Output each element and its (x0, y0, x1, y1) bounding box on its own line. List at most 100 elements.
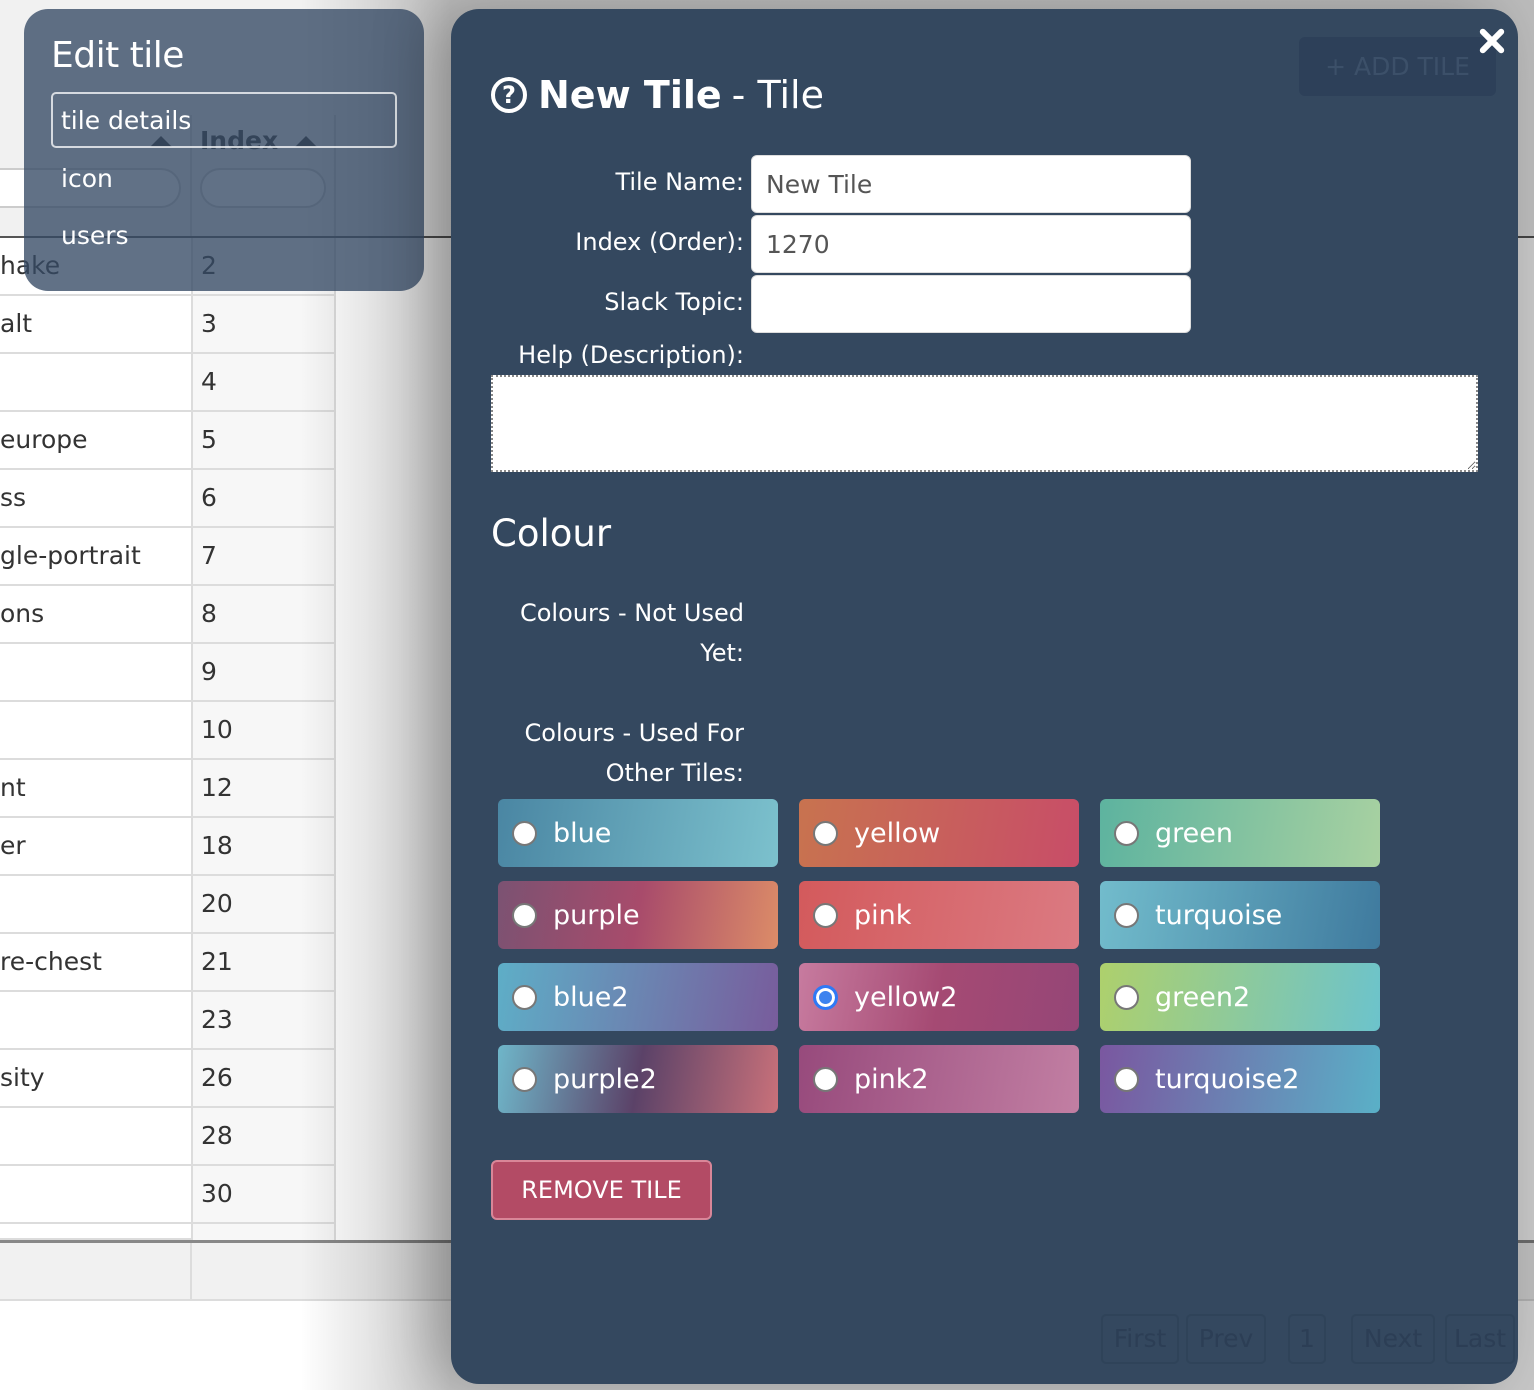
row-index-cell: 9 (191, 644, 336, 700)
colours-used-label-line2: Other Tiles: (605, 759, 744, 787)
radio-button[interactable] (512, 984, 537, 1010)
index-input[interactable] (751, 215, 1191, 273)
colour-option-green2[interactable]: green2 (1100, 963, 1380, 1031)
colour-option-green[interactable]: green (1100, 799, 1380, 867)
row-name-cell (0, 644, 191, 700)
radio-button[interactable] (813, 902, 838, 928)
menu-item-icon[interactable]: icon (51, 150, 397, 206)
tile-name-input[interactable] (751, 155, 1191, 213)
row-name-cell: europe (0, 412, 191, 468)
row-name-cell: ss (0, 470, 191, 526)
colour-option-blue[interactable]: blue (498, 799, 778, 867)
radio-button[interactable] (1114, 820, 1139, 846)
pager-page: 1 (1288, 1314, 1326, 1364)
colour-option-turquoise[interactable]: turquoise (1100, 881, 1380, 949)
colours-not-used-label-line1: Colours - Not Used (519, 599, 744, 627)
table-row[interactable]: re-chest 21 (0, 934, 336, 992)
row-name-text: nt (0, 773, 26, 802)
colour-option-yellow2[interactable]: yellow2 (799, 963, 1079, 1031)
colour-option-label: yellow (854, 817, 941, 849)
slack-topic-input[interactable] (751, 275, 1191, 333)
table-row[interactable]: 9 (0, 644, 336, 702)
colour-option-label: green2 (1155, 981, 1251, 1013)
colour-option-purple2[interactable]: purple2 (498, 1045, 778, 1113)
table-row[interactable]: 10 (0, 702, 336, 760)
row-index-cell: 7 (191, 528, 336, 584)
help-description-textarea[interactable] (491, 375, 1478, 472)
table-row[interactable]: 4 (0, 354, 336, 412)
colour-option-pink2[interactable]: pink2 (799, 1045, 1079, 1113)
row-name-cell: re-chest (0, 934, 191, 990)
close-icon[interactable] (1475, 25, 1509, 59)
row-index-cell: 21 (191, 934, 336, 990)
table-row[interactable]: alt 3 (0, 296, 336, 354)
row-name-text: ss (0, 483, 27, 512)
tile-name-label: Tile Name: (615, 168, 744, 196)
remove-tile-button[interactable]: REMOVE TILE (491, 1160, 712, 1220)
table-row[interactable]: 20 (0, 876, 336, 934)
radio-button[interactable] (1114, 902, 1139, 928)
row-index-cell: 5 (191, 412, 336, 468)
colour-option-label: pink2 (854, 1063, 929, 1095)
table-row[interactable]: sity 26 (0, 1050, 336, 1108)
radio-button[interactable] (1114, 1066, 1139, 1092)
edit-tile-menu: Edit tile tile details icon users (24, 9, 424, 291)
pager-next: Next (1351, 1314, 1435, 1364)
pager-last: Last (1445, 1314, 1515, 1364)
colours-used-label: Colours - Used For Other Tiles: (444, 713, 745, 793)
row-index-cell: 12 (191, 760, 336, 816)
table-row[interactable]: 28 (0, 1108, 336, 1166)
colour-option-yellow[interactable]: yellow (799, 799, 1079, 867)
colours-used-label-line1: Colours - Used For (524, 719, 745, 747)
row-index-cell: 3 (191, 296, 336, 352)
table-row[interactable]: ons 8 (0, 586, 336, 644)
table-row[interactable]: 30 (0, 1166, 336, 1224)
radio-button[interactable] (512, 1066, 537, 1092)
colour-option-purple[interactable]: purple (498, 881, 778, 949)
colour-option-label: turquoise (1155, 899, 1283, 931)
radio-button[interactable] (813, 984, 838, 1010)
menu-item-users[interactable]: users (51, 207, 397, 263)
colour-option-blue2[interactable]: blue2 (498, 963, 778, 1031)
table-row[interactable]: nt 12 (0, 760, 336, 818)
row-name-cell (0, 354, 191, 410)
tile-name-heading: New Tile (538, 73, 722, 117)
row-name-cell (0, 992, 191, 1048)
row-name-text: ons (0, 599, 45, 628)
row-index-cell: 18 (191, 818, 336, 874)
colour-option-pink[interactable]: pink (799, 881, 1079, 949)
table-row[interactable]: ss 6 (0, 470, 336, 528)
pager-prev: Prev (1186, 1314, 1266, 1364)
row-name-text: re-chest (0, 947, 102, 976)
table-row (0, 1224, 336, 1240)
table-row[interactable]: 23 (0, 992, 336, 1050)
add-tile-button-behind: + ADD TILE (1299, 37, 1496, 96)
radio-button[interactable] (512, 902, 537, 928)
row-name-cell: er (0, 818, 191, 874)
row-index-cell (191, 1224, 336, 1240)
colour-option-label: blue (553, 817, 612, 849)
table-row[interactable]: gle-portrait 7 (0, 528, 336, 586)
row-name-cell (0, 1166, 191, 1222)
radio-button[interactable] (813, 1066, 838, 1092)
help-description-label: Help (Description): (518, 341, 744, 369)
row-name-text: gle-portrait (0, 541, 141, 570)
table-row[interactable]: europe 5 (0, 412, 336, 470)
radio-button[interactable] (813, 820, 838, 846)
pager-first: First (1101, 1314, 1179, 1364)
colour-option-turquoise2[interactable]: turquoise2 (1100, 1045, 1380, 1113)
table-row[interactable]: er 18 (0, 818, 336, 876)
radio-button[interactable] (512, 820, 537, 846)
row-index-cell: 30 (191, 1166, 336, 1222)
edit-menu-title: Edit tile (51, 35, 184, 76)
modal-title: ? New Tile - Tile (491, 73, 824, 117)
row-index-cell: 23 (191, 992, 336, 1048)
radio-button[interactable] (1114, 984, 1139, 1010)
colour-option-label: purple (553, 899, 640, 931)
colour-option-label: green (1155, 817, 1233, 849)
table-body: hake2alt34europe5ss6gle-portrait7ons8910… (0, 238, 336, 1240)
menu-item-tile-details[interactable]: tile details (51, 92, 397, 148)
row-name-text: sity (0, 1063, 45, 1092)
row-name-cell: nt (0, 760, 191, 816)
help-circle-icon[interactable]: ? (491, 77, 527, 113)
